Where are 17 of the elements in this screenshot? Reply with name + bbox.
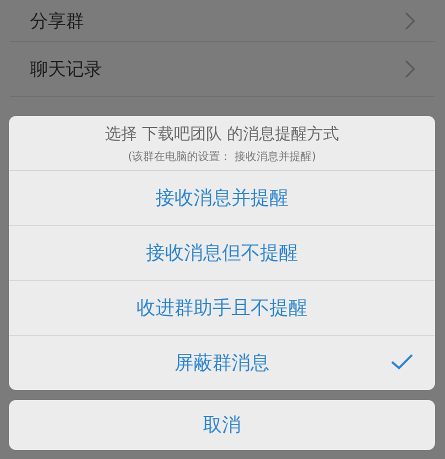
option-label: 接收消息并提醒	[156, 186, 288, 211]
sheet-option[interactable]: 接收消息并提醒	[9, 171, 435, 225]
option-label: 收进群助手且不提醒	[136, 296, 308, 321]
sheet-option[interactable]: 接收消息但不提醒	[9, 225, 435, 280]
cancel-button[interactable]: 取消	[9, 400, 435, 450]
row-label: 聊天记录	[30, 58, 102, 81]
settings-row[interactable]: 聊天记录	[10, 42, 435, 97]
dialog-title: 选择 下载吧团队 的消息提醒方式	[104, 124, 340, 145]
settings-row[interactable]: 分享群	[10, 0, 435, 42]
option-label: 接收消息但不提醒	[146, 241, 298, 266]
sheet-option[interactable]: 收进群助手且不提醒	[9, 280, 435, 335]
sheet-option[interactable]: 屏蔽群消息	[9, 335, 435, 390]
chevron-right-icon	[405, 12, 415, 30]
chevron-right-icon	[405, 60, 415, 78]
row-label: 分享群	[30, 10, 84, 32]
dialog-subtitle: (该群在电脑的设置： 接收消息并提醒)	[128, 149, 316, 164]
option-label: 屏蔽群消息	[174, 351, 270, 376]
